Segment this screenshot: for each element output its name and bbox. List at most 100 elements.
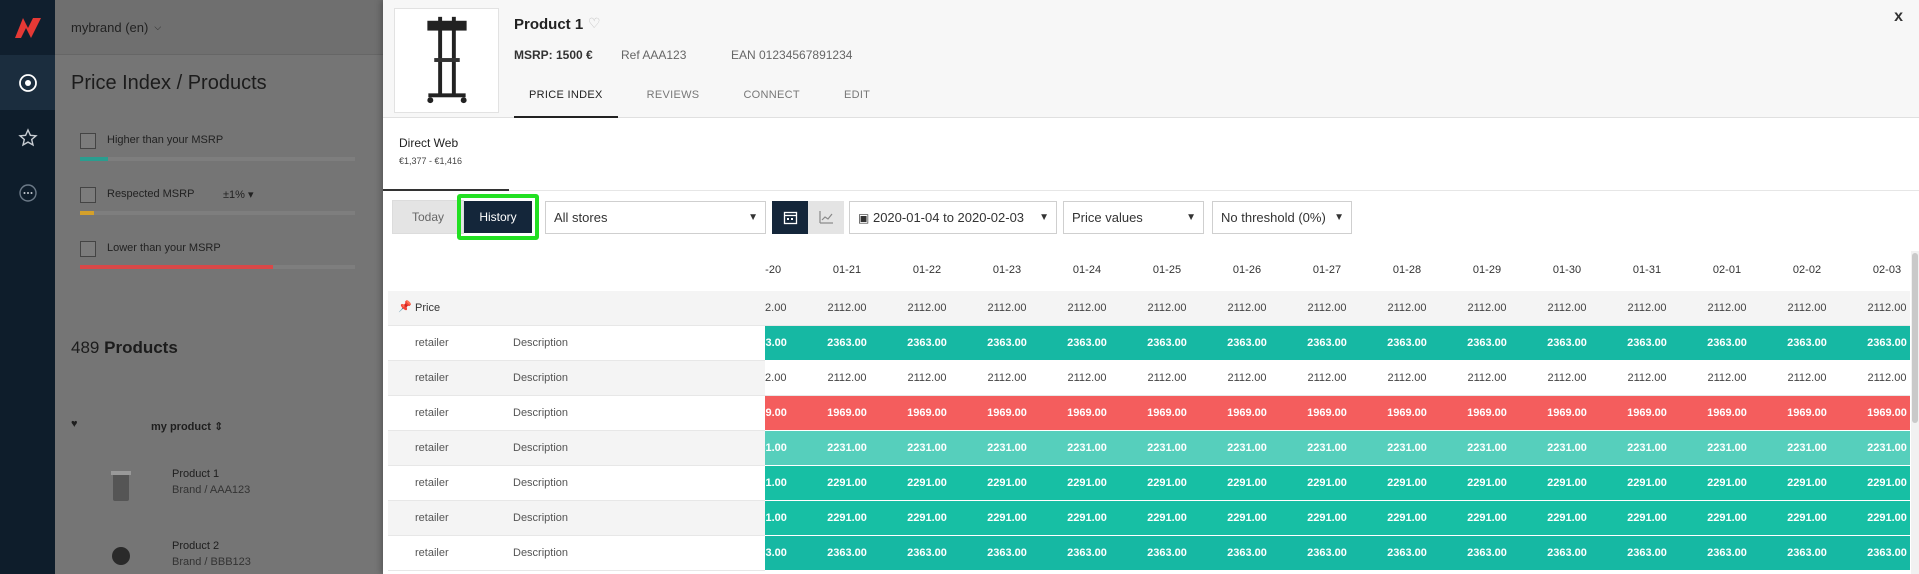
price-cell[interactable]: 2291.00 [807,512,887,524]
list-item[interactable]: Product 1 Brand / AAA123 [71,460,371,520]
price-cell[interactable]: 2363.00 [1687,547,1767,559]
price-cell[interactable]: 2291.00 [1847,477,1910,489]
price-cell[interactable]: 2363.00 [1207,547,1287,559]
price-cell[interactable]: 2112.00 [1367,372,1447,384]
stores-select[interactable]: All stores ▼ [545,201,766,234]
price-cell[interactable]: 2291.00 [1767,477,1847,489]
price-cell[interactable]: 2291.00 [1207,512,1287,524]
price-cell[interactable]: 2363.00 [765,337,807,349]
price-cell[interactable]: 2363.00 [1367,337,1447,349]
price-cell[interactable]: 2291.00 [1527,512,1607,524]
list-item[interactable]: Product 2 Brand / BBB123 [71,532,371,574]
price-cell[interactable]: 2363.00 [887,337,967,349]
price-cell[interactable]: 2291.00 [887,477,967,489]
favorite-heart-icon[interactable]: ♡ [588,15,601,32]
price-cell[interactable]: 2112.00 [1047,372,1127,384]
price-cell[interactable]: 2291.00 [1447,477,1527,489]
price-cell[interactable]: 2363.00 [1207,337,1287,349]
checkbox[interactable] [80,187,96,203]
price-cell[interactable]: 1969.00 [1687,407,1767,419]
price-cell[interactable]: 2112.00 [1207,372,1287,384]
scrollbar-thumb[interactable] [1912,253,1918,423]
price-cell[interactable]: 2291.00 [1687,477,1767,489]
price-cell[interactable]: 2112.00 [1287,372,1367,384]
price-cell[interactable]: 2363.00 [1127,337,1207,349]
price-cell[interactable]: 2291.00 [1207,477,1287,489]
filter-lower[interactable]: Lower than your MSRP [80,227,380,281]
tab-connect[interactable]: CONNECT [728,80,815,118]
price-cell[interactable]: 2231.00 [1127,442,1207,454]
tab-reviews[interactable]: REVIEWS [632,80,715,118]
heart-icon[interactable]: ♥ [71,418,78,430]
price-cell[interactable]: 2112.00 [1527,372,1607,384]
tolerance-dropdown[interactable]: ±1% ▾ [223,188,254,201]
price-cell[interactable]: 2363.00 [1847,547,1910,559]
price-cell[interactable]: 2231.00 [1527,442,1607,454]
price-cell[interactable]: 2291.00 [1447,512,1527,524]
price-cell[interactable]: 2363.00 [1047,337,1127,349]
price-cell[interactable]: 2291.00 [1287,477,1367,489]
price-cell[interactable]: 2291.00 [1047,512,1127,524]
price-cell[interactable]: 2231.00 [1047,442,1127,454]
price-cell[interactable]: 2291.00 [1047,477,1127,489]
table-row-label[interactable]: retailer Description [388,431,768,466]
values-select[interactable]: Price values ▼ [1063,201,1204,234]
channel-card-direct-web[interactable]: Direct Web €1,377 - €1,416 [383,118,509,191]
nav-more[interactable] [0,165,55,220]
price-cell[interactable]: 2363.00 [887,547,967,559]
price-cell[interactable]: 2363.00 [1287,337,1367,349]
price-cell[interactable]: 1969.00 [1047,407,1127,419]
price-cell[interactable]: 2112.00 [1847,372,1910,384]
checkbox[interactable] [80,241,96,257]
price-cell[interactable]: 1969.00 [887,407,967,419]
price-cell[interactable]: 2291.00 [1847,512,1910,524]
price-cell[interactable]: 2363.00 [1367,547,1447,559]
price-cell[interactable]: 2291.00 [1767,512,1847,524]
price-cell[interactable]: 2231.00 [1847,442,1910,454]
price-cell[interactable]: 2112.00 [1687,372,1767,384]
price-cell[interactable]: 2112.00 [887,372,967,384]
chart-view-button[interactable] [808,201,844,234]
price-cell[interactable]: 2363.00 [1047,547,1127,559]
price-cell[interactable]: 2291.00 [1127,512,1207,524]
price-cell[interactable]: 1969.00 [1127,407,1207,419]
price-cell[interactable]: 1969.00 [1847,407,1910,419]
price-cell[interactable]: 2363.00 [1847,337,1910,349]
price-cell[interactable]: 2291.00 [1127,477,1207,489]
nav-price-index[interactable] [0,55,55,110]
price-cell[interactable]: 2231.00 [807,442,887,454]
price-cell[interactable]: 2291.00 [1367,477,1447,489]
price-cell[interactable]: 2363.00 [807,547,887,559]
price-cell[interactable]: 1969.00 [967,407,1047,419]
price-cell[interactable]: 2363.00 [1527,337,1607,349]
tab-price-index[interactable]: PRICE INDEX [514,80,618,118]
price-cell[interactable]: 2291.00 [967,477,1047,489]
price-cell[interactable]: 2363.00 [1767,337,1847,349]
price-cell[interactable]: 1969.00 [1767,407,1847,419]
price-cell[interactable]: 2363.00 [765,547,807,559]
filter-higher[interactable]: Higher than your MSRP [80,119,380,173]
price-cell[interactable]: 2291.00 [1607,512,1687,524]
price-cell[interactable]: 2363.00 [1687,337,1767,349]
filter-respected[interactable]: Respected MSRP ±1% ▾ [80,173,380,227]
table-view-button[interactable] [772,201,808,234]
price-cell[interactable]: 2363.00 [1287,547,1367,559]
price-cell[interactable]: 2291.00 [807,477,887,489]
price-cell[interactable]: 1969.00 [807,407,887,419]
table-row-label[interactable]: retailer Description [388,466,768,501]
table-row-label[interactable]: retailer Description [388,501,768,536]
price-cell[interactable]: 2291.00 [1607,477,1687,489]
threshold-select[interactable]: No threshold (0%) ▼ [1212,201,1352,234]
price-cell[interactable]: 1969.00 [1207,407,1287,419]
price-cell[interactable]: 1969.00 [1287,407,1367,419]
price-cell[interactable]: 2363.00 [967,337,1047,349]
tab-edit[interactable]: EDIT [829,80,885,118]
price-cell[interactable]: 2291.00 [765,512,807,524]
price-cell[interactable]: 2363.00 [1447,547,1527,559]
price-cell[interactable]: 2112.00 [1607,372,1687,384]
price-cell[interactable]: 2363.00 [1447,337,1527,349]
price-cell[interactable]: 2112.00 [967,372,1047,384]
history-button[interactable]: History [464,201,532,233]
price-cell[interactable]: 2112.00 [1447,372,1527,384]
price-cell[interactable]: 2231.00 [1447,442,1527,454]
